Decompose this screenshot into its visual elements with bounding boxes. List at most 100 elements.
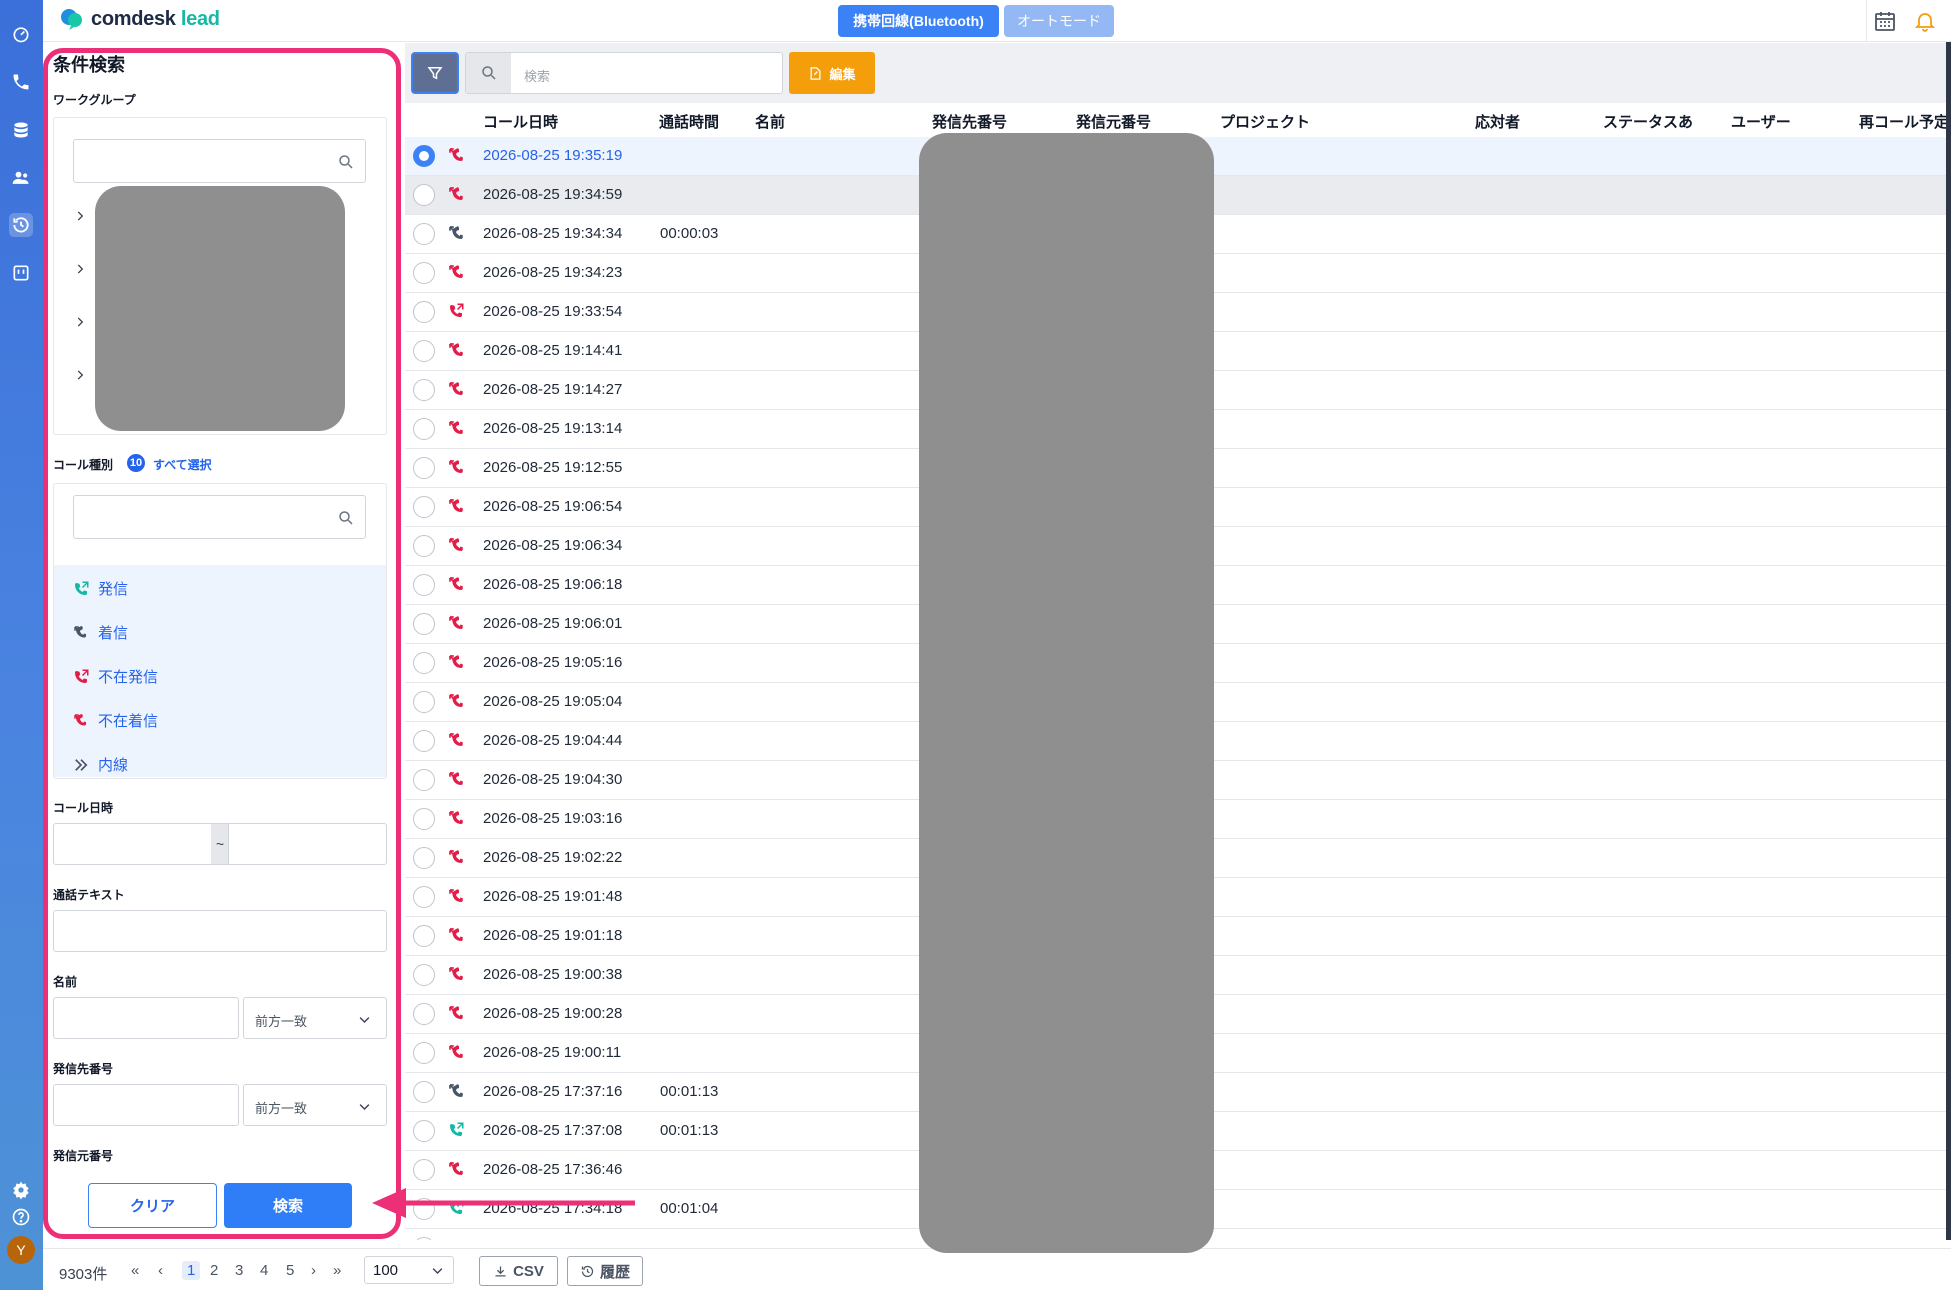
- help-icon[interactable]: [9, 1205, 33, 1229]
- search-button[interactable]: 検索: [224, 1183, 352, 1228]
- csv-label: CSV: [513, 1262, 544, 1280]
- page-2[interactable]: 2: [210, 1262, 218, 1279]
- match-option: 前方一致: [255, 1014, 308, 1029]
- call-type-search-input[interactable]: [73, 495, 366, 539]
- col-call-datetime[interactable]: コール日時: [483, 111, 558, 132]
- edit-button[interactable]: 編集: [789, 52, 875, 94]
- name-label: 名前: [53, 975, 78, 989]
- row-radio[interactable]: [413, 613, 435, 635]
- chevron-right-icon[interactable]: [73, 315, 87, 329]
- row-radio[interactable]: [413, 847, 435, 869]
- bell-icon[interactable]: [1913, 9, 1937, 33]
- call-type-missed-incoming[interactable]: 不在着信: [72, 710, 158, 731]
- col-name[interactable]: 名前: [755, 111, 785, 132]
- select-all-link[interactable]: すべて選択: [153, 456, 212, 473]
- row-radio[interactable]: [413, 1159, 435, 1181]
- calendar-icon[interactable]: [1873, 9, 1897, 33]
- prev-page-button[interactable]: ‹: [158, 1262, 163, 1279]
- page-1[interactable]: 1: [182, 1261, 201, 1280]
- row-radio[interactable]: [413, 340, 435, 362]
- per-page-select[interactable]: 100: [364, 1256, 454, 1284]
- row-radio[interactable]: [413, 223, 435, 245]
- to-number-input[interactable]: [53, 1084, 239, 1126]
- row-radio[interactable]: [413, 1237, 435, 1240]
- history-icon[interactable]: [9, 213, 33, 237]
- toolbar-search[interactable]: 検索: [465, 52, 783, 94]
- col-project[interactable]: プロジェクト: [1220, 111, 1310, 132]
- settings-icon[interactable]: [9, 1178, 33, 1202]
- call-type-internal[interactable]: 内線: [72, 754, 128, 775]
- workgroup-search-input[interactable]: [73, 139, 366, 183]
- first-page-button[interactable]: «: [131, 1262, 139, 1279]
- row-radio[interactable]: [413, 1042, 435, 1064]
- row-radio[interactable]: [413, 457, 435, 479]
- row-radio[interactable]: [413, 886, 435, 908]
- search-icon: [339, 511, 353, 525]
- board-icon[interactable]: [9, 261, 33, 285]
- row-radio[interactable]: [413, 1081, 435, 1103]
- row-radio[interactable]: [413, 262, 435, 284]
- date-to-input[interactable]: [228, 823, 387, 865]
- filter-toggle-button[interactable]: [411, 52, 459, 94]
- row-radio[interactable]: [413, 730, 435, 752]
- col-user[interactable]: ユーザー: [1731, 111, 1791, 132]
- col-responder[interactable]: 応対者: [1475, 111, 1520, 132]
- row-radio[interactable]: [413, 925, 435, 947]
- col-from-number[interactable]: 発信元番号: [1076, 111, 1151, 132]
- page-5[interactable]: 5: [286, 1262, 294, 1279]
- logo-text: comdesk lead: [91, 8, 220, 31]
- row-radio[interactable]: [413, 379, 435, 401]
- col-to-number[interactable]: 発信先番号: [932, 111, 1007, 132]
- database-icon[interactable]: [9, 118, 33, 142]
- row-radio[interactable]: [413, 808, 435, 830]
- avatar[interactable]: Y: [7, 1236, 35, 1264]
- call-type-outgoing[interactable]: 発信: [72, 578, 128, 599]
- name-match-select[interactable]: 前方一致: [243, 997, 387, 1039]
- csv-button[interactable]: CSV: [479, 1256, 558, 1286]
- row-radio[interactable]: [413, 301, 435, 323]
- missed-in-call-icon: [449, 694, 463, 707]
- next-page-button[interactable]: ›: [311, 1262, 316, 1279]
- call-type-count-badge: 10: [127, 454, 145, 472]
- to-number-match-select[interactable]: 前方一致: [243, 1084, 387, 1126]
- row-radio[interactable]: [413, 496, 435, 518]
- row-radio[interactable]: [413, 691, 435, 713]
- row-radio[interactable]: [413, 145, 435, 167]
- page-3[interactable]: 3: [235, 1262, 243, 1279]
- row-radio[interactable]: [413, 769, 435, 791]
- date-from-input[interactable]: [53, 823, 212, 865]
- row-radio[interactable]: [413, 652, 435, 674]
- cell-call-datetime: 2026-08-25 19:04:30: [483, 771, 623, 788]
- col-duration[interactable]: 通話時間: [659, 111, 719, 132]
- edit-label: 編集: [829, 66, 856, 82]
- from-number-label: 発信元番号: [53, 1149, 114, 1163]
- dashboard-icon[interactable]: [9, 22, 33, 46]
- row-radio[interactable]: [413, 418, 435, 440]
- chevron-right-icon[interactable]: [73, 368, 87, 382]
- history-button[interactable]: 履歴: [567, 1256, 643, 1286]
- call-text-input[interactable]: [53, 910, 387, 952]
- window-edge: [1946, 42, 1951, 1240]
- col-recall[interactable]: 再コール予定: [1859, 111, 1947, 132]
- call-type-incoming[interactable]: 着信: [72, 622, 128, 643]
- row-radio[interactable]: [413, 535, 435, 557]
- line-mode-button[interactable]: 携帯回線(Bluetooth): [838, 5, 999, 37]
- chevron-right-icon[interactable]: [73, 209, 87, 223]
- page-4[interactable]: 4: [260, 1262, 268, 1279]
- row-radio[interactable]: [413, 1120, 435, 1142]
- clear-button[interactable]: クリア: [88, 1183, 217, 1228]
- auto-mode-button[interactable]: オートモード: [1004, 5, 1114, 37]
- row-radio[interactable]: [413, 964, 435, 986]
- row-radio[interactable]: [413, 184, 435, 206]
- chevron-right-icon[interactable]: [73, 262, 87, 276]
- col-status[interactable]: ステータスあ: [1603, 111, 1693, 132]
- missed-in-call-icon: [449, 343, 463, 356]
- cell-call-datetime: 2026-08-25 17:33:44: [483, 1239, 622, 1240]
- row-radio[interactable]: [413, 1003, 435, 1025]
- last-page-button[interactable]: »: [333, 1262, 341, 1279]
- phone-icon[interactable]: [9, 70, 33, 94]
- users-icon[interactable]: [9, 166, 33, 190]
- call-type-missed-outgoing[interactable]: 不在発信: [72, 666, 158, 687]
- row-radio[interactable]: [413, 574, 435, 596]
- name-input[interactable]: [53, 997, 239, 1039]
